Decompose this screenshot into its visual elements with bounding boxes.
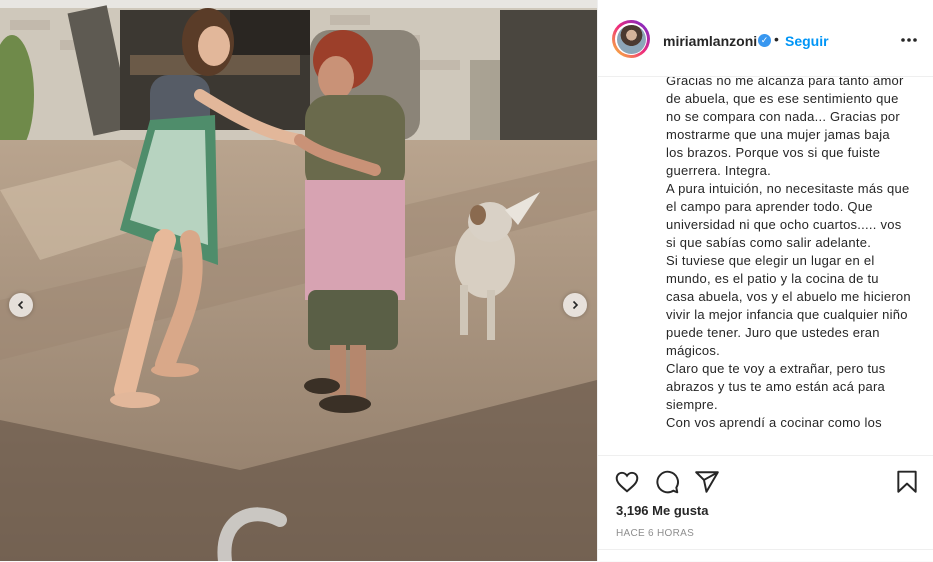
- next-photo-button[interactable]: [563, 293, 587, 317]
- avatar[interactable]: [612, 20, 650, 58]
- post-sidebar: miriamlanzoni ✓ • Seguir Gracias no me a…: [597, 0, 933, 561]
- follow-button[interactable]: Seguir: [785, 33, 829, 49]
- like-button[interactable]: [614, 469, 640, 495]
- separator-dot: •: [774, 31, 779, 47]
- instagram-post: miriamlanzoni ✓ • Seguir Gracias no me a…: [0, 0, 933, 561]
- post-actions: 3,196 Me gusta HACE 6 HORAS: [598, 455, 933, 562]
- photo-scene: [0, 0, 597, 561]
- verified-badge-icon: ✓: [758, 34, 771, 47]
- prev-photo-button[interactable]: [9, 293, 33, 317]
- chevron-left-icon: [17, 300, 24, 310]
- post-timestamp[interactable]: HACE 6 HORAS: [616, 528, 694, 539]
- comment-icon: [656, 470, 679, 494]
- caption-paragraph: Claro que te voy a extrañar, pero tus ab…: [666, 361, 886, 412]
- caption-paragraph: Gracias no me alcanza para tanto amor de…: [666, 77, 904, 178]
- comment-button[interactable]: [654, 469, 680, 495]
- divider: [598, 549, 933, 550]
- chevron-right-icon: [572, 300, 579, 310]
- avatar-ring: [615, 23, 647, 55]
- post-photo[interactable]: [0, 0, 597, 561]
- caption-area: Gracias no me alcanza para tanto amor de…: [598, 77, 933, 453]
- more-options-icon: [901, 38, 917, 42]
- likes-count[interactable]: 3,196 Me gusta: [616, 503, 709, 518]
- share-button[interactable]: [694, 469, 720, 495]
- caption-paragraph: Si tuviese que elegir un lugar en el mun…: [666, 253, 911, 358]
- share-icon: [695, 471, 719, 493]
- avatar-image: [616, 24, 646, 54]
- more-options-button[interactable]: [899, 30, 919, 50]
- heart-icon: [615, 471, 639, 493]
- caption-paragraph: A pura intuición, no necesitaste más que…: [666, 181, 910, 250]
- caption-paragraph: Con vos aprendí a cocinar como los: [666, 415, 882, 430]
- bookmark-icon: [897, 470, 917, 493]
- username-link[interactable]: miriamlanzoni: [663, 33, 757, 49]
- caption-text: Gracias no me alcanza para tanto amor de…: [666, 77, 911, 432]
- save-button[interactable]: [894, 469, 920, 495]
- post-header: miriamlanzoni ✓ • Seguir: [598, 0, 933, 77]
